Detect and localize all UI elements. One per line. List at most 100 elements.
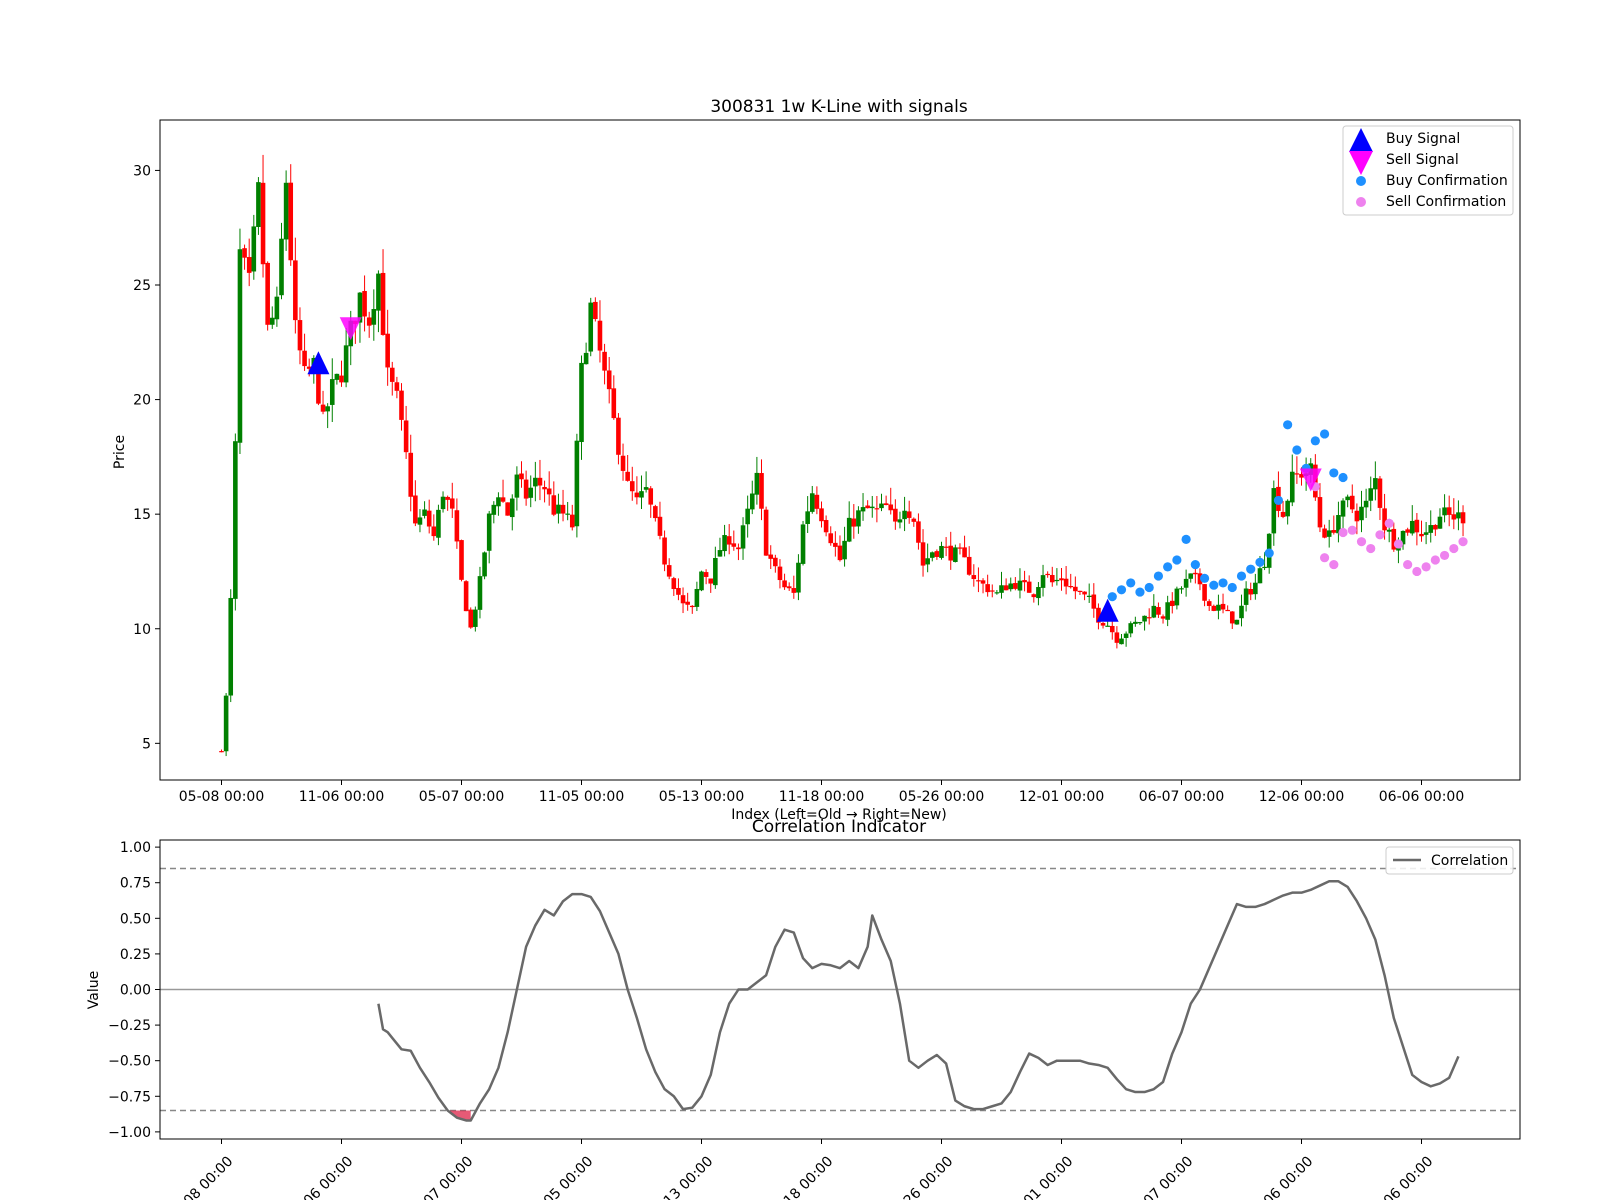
candle-body [893,508,898,522]
kline-ylabel: Price [112,435,128,469]
candle-body [616,417,621,455]
candle-body [228,597,234,696]
candle-body [449,498,455,509]
candle-body [1086,595,1092,597]
candle-body [1382,508,1387,531]
candle-body [920,542,926,566]
candle-body [676,587,681,595]
candle-body [302,350,307,367]
signal-markers [307,317,1468,622]
candle-body [1377,478,1383,508]
candle-body [403,420,409,453]
kline-xtick-label: 12-06 00:00 [1259,789,1344,805]
candle-body [1026,581,1032,593]
candle-body [1229,611,1235,624]
candle-body [269,317,275,325]
candle-body [482,552,487,577]
candle-body [1202,584,1207,601]
kline-ytick-label: 10 [133,622,151,638]
candle-body [593,301,598,320]
candle-body [971,575,977,580]
candle-body [274,296,280,320]
correlation-title: Correlation Indicator [752,817,926,837]
candle-body [943,546,949,548]
candle-body [537,477,543,486]
candle-body [1442,507,1447,516]
candle-body [422,509,427,516]
candle-body [837,545,843,561]
candle-body [560,504,566,514]
buy-confirmation-point [1190,559,1200,570]
legend-buy-confirmation-label: Buy Confirmation [1386,173,1508,189]
candle-body [569,514,575,528]
candle-body [796,562,801,593]
buy-confirmation-point [1172,555,1182,565]
correlation-xtick-label: 11-05 00:00 [525,1154,597,1200]
candle-body [648,488,654,505]
candle-body [477,576,483,610]
candle-body [1128,623,1134,634]
candle-body [1248,588,1254,595]
candle-body [736,547,741,550]
correlation-ytick-label: −0.25 [108,1018,151,1034]
kline-xtick-label: 06-07 00:00 [1139,789,1224,805]
candle-body [1073,586,1078,592]
candle-body [809,493,815,512]
candle-body [694,588,700,607]
candle-body [666,565,672,577]
buy-confirmation-point [1227,582,1237,593]
candle-body [1045,573,1050,576]
candle-body [1179,588,1184,590]
candle-body [1257,568,1263,584]
candle-body [1174,588,1180,606]
candle-body [394,382,400,391]
sell-confirmation-point [1458,537,1468,547]
candle-body [699,571,704,591]
correlation-ytick-label: 0.50 [120,911,151,927]
candle-body [408,452,414,497]
buy-confirmation-point [1273,495,1284,506]
candle-body [976,580,981,582]
buy-confirmation-point [1329,468,1339,478]
candle-body [1100,622,1106,626]
candle-body [740,525,746,549]
buy-confirmation-point [1218,578,1228,588]
buy-confirmation-point [1209,580,1219,590]
buy-confirmation-point [1255,557,1265,567]
kline-xtick-label: 11-06 00:00 [299,789,384,805]
candle-body [505,502,510,516]
candle-body [473,609,478,627]
candle-body [509,498,515,518]
candle-body [1036,587,1041,599]
candle-body [994,592,1000,594]
candle-body [1063,578,1069,587]
candle-body [389,367,395,382]
sell-confirmation-point [1412,566,1422,577]
buy-confirmation-point [1181,534,1191,544]
candle-body [929,552,935,558]
candle-body [1054,579,1060,582]
correlation-xtick-label: 05-08 00:00 [165,1154,237,1200]
correlation-xtick-label: 05-13 00:00 [645,1154,717,1200]
kline-ytick-label: 5 [142,736,151,752]
candle-body [486,513,492,551]
candle-body [1359,506,1364,521]
candle-body [1456,512,1461,519]
candle-body [1331,530,1337,533]
candle-body [1169,600,1175,607]
candle-body [445,496,450,500]
candle-body [1446,507,1452,515]
correlation-xtick-label: 11-06 00:00 [285,1154,357,1200]
candle-body [325,406,330,412]
candle-body [219,751,224,753]
candle-body [703,572,709,577]
candles [219,154,1466,757]
candle-body [468,609,474,628]
candle-body [283,182,289,240]
correlation-legend: Correlation [1385,846,1514,875]
candle-body [1262,566,1267,569]
buy-confirmation-point [1107,592,1117,602]
candle-body [754,472,760,495]
candle-body [948,545,954,561]
candle-body [1031,594,1037,598]
